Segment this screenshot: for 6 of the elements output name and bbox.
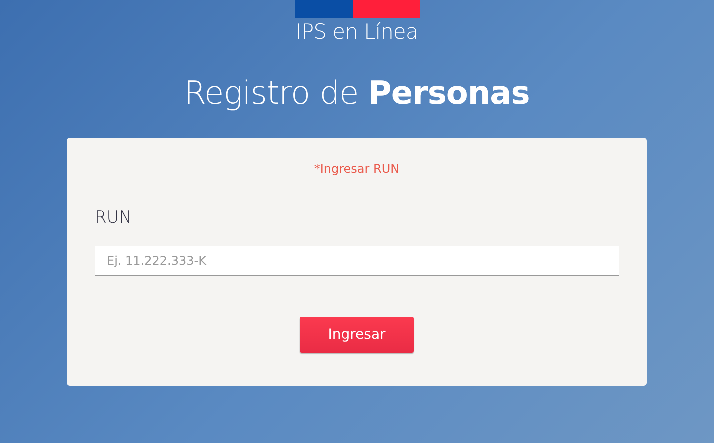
submit-button[interactable]: Ingresar (300, 317, 414, 353)
field-label: RUN (95, 208, 133, 228)
run-input-field[interactable]: Ej. 11.222.333-K (95, 246, 619, 276)
error-message: *Ingresar RUN (313, 162, 401, 176)
brand-name: IPS en Línea (296, 20, 418, 44)
page-title: Registro de Personas (184, 74, 530, 112)
